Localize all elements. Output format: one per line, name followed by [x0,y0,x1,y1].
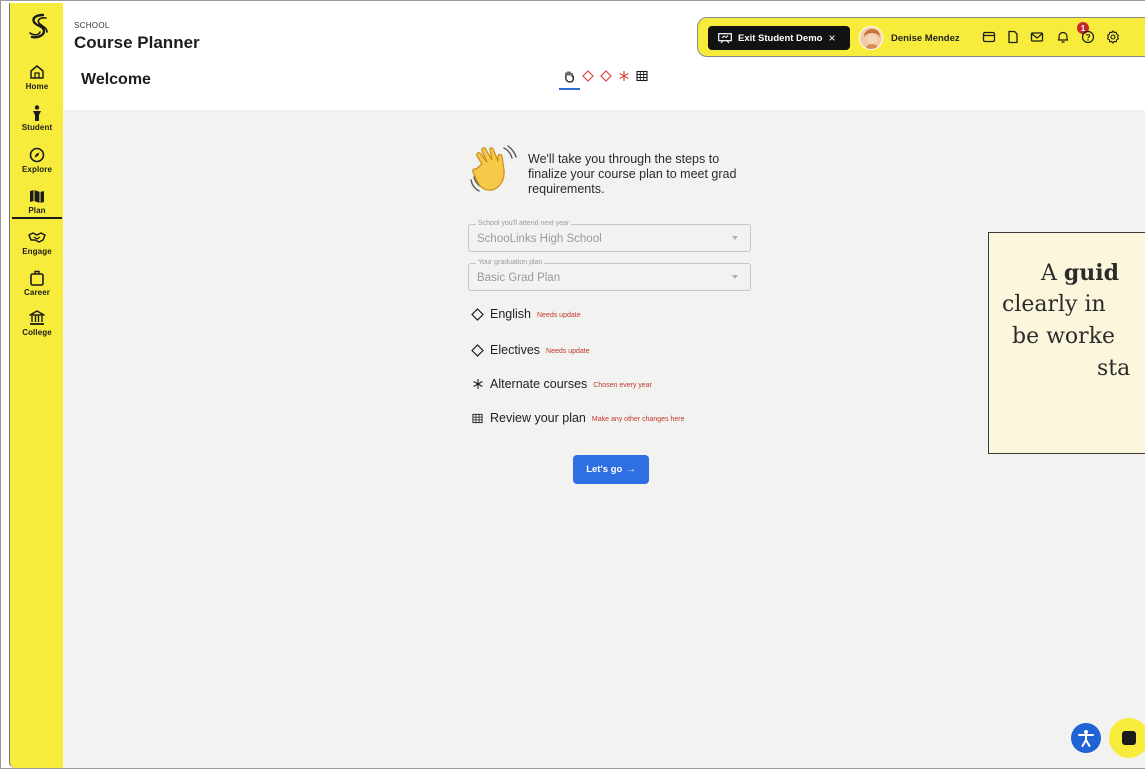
grid-icon [635,70,648,82]
chevron-down-icon [732,275,738,279]
sidebar-item-label: Student [21,123,53,132]
status-badge: Make any other changes here [591,415,685,423]
callout-line-4: sta [1097,356,1131,381]
intro-text: We'll take you through the steps to fina… [528,152,737,196]
app-title: Course Planner [74,33,200,52]
sidebar-item-college[interactable]: College [10,309,64,337]
grad-plan-select[interactable]: Your graduation plan Basic Grad Plan [468,259,751,291]
sidebar-item-label: College [22,328,52,337]
document-icon[interactable] [1006,30,1020,44]
school-select-value: SchooLinks High School [477,233,602,245]
app-window: Home Student Explore Plan Engage Career … [0,0,1145,769]
diamond-icon [471,343,484,357]
presentation-icon [718,32,732,43]
sidebar-item-explore[interactable]: Explore [10,146,64,174]
grad-plan-select-label: Your graduation plan [476,259,545,266]
handshake-icon [28,232,46,243]
header: SCHOOL Course Planner Welcome Exit Stude… [63,3,1145,110]
arrow-right-icon: → [626,464,636,475]
briefcase-icon [30,270,44,286]
step-tabs [559,64,648,90]
tab-welcome[interactable] [559,69,580,90]
asterisk-icon [618,71,629,81]
chat-icon [1122,731,1136,745]
page-title: Welcome [81,71,151,88]
step-english[interactable]: English Needs update [471,305,581,323]
map-icon [30,190,44,203]
sidebar: Home Student Explore Plan Engage Career … [9,3,63,768]
school-caption: SCHOOL [74,21,110,30]
close-icon: × [828,31,836,45]
compass-icon [29,147,45,163]
diamond-icon [599,70,612,82]
schoolinks-logo[interactable] [26,12,50,42]
help-icon[interactable] [1081,30,1095,44]
asterisk-icon [471,378,484,391]
top-toolbar: Exit Student Demo × Denise Mendez 1 [697,17,1145,57]
student-icon [33,105,41,121]
accessibility-icon [1078,730,1094,747]
callout-line-1: A guid [1041,260,1120,286]
user-name: Denise Mendez [891,32,960,44]
step-label: Review your plan [490,411,586,425]
intro-section: We'll take you through the steps to fina… [468,144,758,204]
wallet-icon[interactable] [982,30,996,44]
sidebar-item-career[interactable]: Career [10,269,64,297]
status-badge: Chosen every year [593,381,653,389]
sidebar-item-plan[interactable]: Plan [10,187,64,219]
wave-icon [565,70,575,83]
lets-go-button[interactable]: Let's go → [573,455,649,484]
tab-review[interactable] [635,69,648,83]
tab-electives[interactable] [599,69,612,83]
step-electives[interactable]: Electives Needs update [471,341,590,359]
diamond-icon [581,70,594,82]
sidebar-item-label: Home [25,82,49,91]
grad-plan-select-value: Basic Grad Plan [477,272,561,284]
step-alternate-courses[interactable]: Alternate courses Chosen every year [471,375,652,393]
grid-icon [471,412,484,425]
chat-support-button[interactable] [1109,718,1145,758]
settings-icon[interactable] [1106,30,1120,44]
avatar [859,26,883,50]
sidebar-item-label: Engage [22,247,52,256]
sidebar-item-engage[interactable]: Engage [10,228,64,256]
status-badge: Needs update [537,311,581,319]
chevron-down-icon [732,236,738,240]
mail-icon[interactable] [1030,30,1044,44]
sidebar-item-label: Explore [21,165,53,174]
sidebar-item-label: Career [24,288,50,297]
waving-hand-icon [470,145,517,192]
school-select-label: School you'll attend next year [476,220,572,227]
step-label: Alternate courses [490,377,588,391]
main-content: We'll take you through the steps to fina… [63,110,1145,768]
exit-demo-label: Exit Student Demo [738,32,823,44]
bell-icon[interactable] [1056,30,1070,44]
step-review-plan[interactable]: Review your plan Make any other changes … [471,409,685,427]
step-label: English [490,307,531,321]
home-icon [30,65,44,79]
diamond-icon [471,307,484,321]
college-icon [29,310,45,325]
tab-alternates[interactable] [617,69,630,83]
step-label: Electives [490,343,541,357]
sidebar-item-label: Plan [28,206,46,215]
lets-go-label: Let's go [586,464,623,475]
accessibility-button[interactable] [1071,723,1101,753]
exit-student-demo-button[interactable]: Exit Student Demo × [708,26,850,50]
tab-english[interactable] [581,69,594,83]
status-badge: Needs update [546,347,590,355]
sidebar-item-home[interactable]: Home [10,63,64,91]
callout-line-2: clearly in [1002,292,1106,317]
sidebar-item-student[interactable]: Student [10,104,64,132]
callout-line-3: be worke [1012,324,1116,349]
school-select[interactable]: School you'll attend next year SchooLink… [468,220,751,252]
guidance-callout: A guid clearly in be worke sta [988,232,1145,454]
user-menu[interactable]: Denise Mendez [859,25,960,51]
